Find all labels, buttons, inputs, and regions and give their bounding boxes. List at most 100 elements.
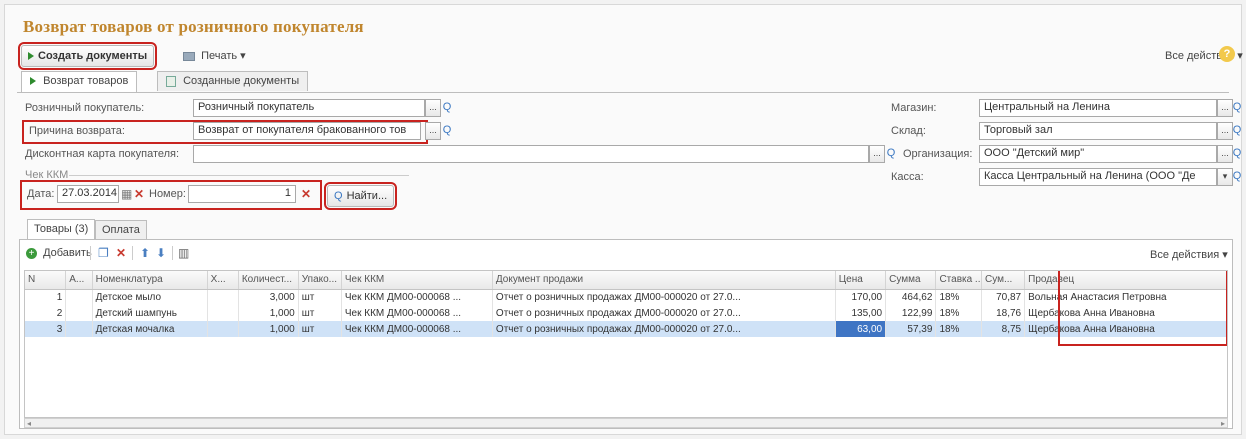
cell-vat-rate: 18% (935, 289, 982, 305)
cell-vat-sum: 8,75 (981, 321, 1026, 337)
move-down-icon[interactable]: ⬇ (156, 246, 166, 260)
cell (207, 321, 239, 337)
date-field[interactable]: 27.03.2014 (57, 185, 119, 203)
cell-item: Детский шампунь (92, 305, 208, 321)
add-icon: + (26, 247, 37, 259)
window: Возврат товаров от розничного покупателя… (4, 4, 1243, 435)
create-documents-label: Создать документы (38, 50, 148, 62)
cashbox-open-icon[interactable]: Q (1231, 168, 1243, 186)
goods-table: N А... Номенклатура Х... Количест... Упа… (25, 271, 1227, 337)
copy-icon[interactable]: ❐ (98, 246, 109, 260)
play-icon (28, 52, 34, 60)
tab-return-goods[interactable]: Возврат товаров (21, 71, 138, 92)
cell-sale-document: Отчет о розничных продажах ДМ00-000020 о… (492, 289, 836, 305)
horizontal-scrollbar[interactable]: ◂ ▸ (24, 418, 1228, 428)
warehouse-field[interactable]: Торговый зал (979, 122, 1217, 140)
table-all-actions-button[interactable]: Все действия ▾ (1150, 248, 1228, 261)
cell-vat-sum: 18,76 (981, 305, 1026, 321)
table-row-selected[interactable]: 3 Детская мочалка 1,000 шт Чек ККМ ДМ00-… (25, 321, 1227, 337)
cell-receipt: Чек ККМ ДМ00-000068 ... (341, 289, 493, 305)
warehouse-label: Склад: (891, 125, 926, 137)
column-header[interactable]: Упако... (298, 271, 342, 290)
cell-vat-rate: 18% (935, 321, 982, 337)
cashbox-field[interactable]: Касса Центральный на Ленина (ООО "Де (979, 168, 1217, 186)
reason-open-icon[interactable]: Q (441, 122, 453, 140)
tab-label: Созданные документы (183, 75, 300, 87)
cell (65, 305, 93, 321)
store-open-icon[interactable]: Q (1231, 99, 1243, 117)
store-field[interactable]: Центральный на Ленина (979, 99, 1217, 117)
help-icon[interactable]: ? (1219, 46, 1235, 62)
scroll-left-icon[interactable]: ◂ (27, 419, 31, 428)
cell-receipt: Чек ККМ ДМ00-000068 ... (341, 305, 493, 321)
seller-column-highlight (1058, 271, 1227, 346)
tab-goods[interactable]: Товары (3) (27, 219, 96, 239)
warehouse-open-icon[interactable]: Q (1231, 122, 1243, 140)
tab-created-documents[interactable]: Созданные документы (157, 71, 309, 91)
discount-card-label: Дисконтная карта покупателя: (25, 148, 180, 160)
column-header[interactable]: Количест... (238, 271, 299, 290)
cell (207, 305, 239, 321)
document-icon (166, 75, 176, 87)
cell-item: Детское мыло (92, 289, 208, 305)
create-documents-button[interactable]: Создать документы (17, 42, 158, 70)
calendar-icon[interactable]: ▦ (121, 187, 132, 201)
column-header[interactable]: Номенклатура (92, 271, 208, 290)
play-icon (30, 77, 36, 86)
reason-field[interactable]: Возврат от покупателя бракованного тов (193, 122, 421, 140)
column-header[interactable]: А... (65, 271, 93, 290)
toolbar-separator (172, 246, 173, 260)
cell-sum: 57,39 (885, 321, 937, 337)
customer-open-icon[interactable]: Q (441, 99, 453, 117)
organization-label: Организация: (903, 148, 973, 160)
cell (65, 321, 93, 337)
goods-table-wrap: N А... Номенклатура Х... Количест... Упа… (24, 270, 1228, 418)
number-field[interactable]: 1 (188, 185, 296, 203)
cell-price-active[interactable]: 63,00 (835, 321, 887, 337)
column-header[interactable]: Сум... (981, 271, 1026, 290)
move-up-icon[interactable]: ⬆ (140, 246, 150, 260)
cell-quantity: 3,000 (238, 289, 299, 305)
tab-divider (17, 92, 1229, 93)
cell-item: Детская мочалка (92, 321, 208, 337)
customer-label: Розничный покупатель: (25, 102, 145, 114)
cell-sale-document: Отчет о розничных продажах ДМ00-000020 о… (492, 321, 836, 337)
cell-unit: шт (298, 305, 342, 321)
customer-select-button[interactable]: ... (425, 99, 441, 117)
column-header[interactable]: Цена (835, 271, 887, 290)
cashbox-label: Касса: (891, 171, 924, 183)
clear-icon[interactable]: ✕ (301, 187, 311, 201)
add-label: Добавить (43, 247, 92, 259)
cell-sale-document: Отчет о розничных продажах ДМ00-000020 о… (492, 305, 836, 321)
customer-field[interactable]: Розничный покупатель (193, 99, 425, 117)
cell-sum: 464,62 (885, 289, 937, 305)
print-label: Печать ▾ (201, 50, 246, 62)
find-button[interactable]: Q Найти... (323, 182, 398, 210)
table-row[interactable]: 2 Детский шампунь 1,000 шт Чек ККМ ДМ00-… (25, 305, 1227, 321)
scroll-right-icon[interactable]: ▸ (1221, 419, 1225, 428)
tab-payment[interactable]: Оплата (95, 220, 147, 239)
organization-field[interactable]: ООО "Детский мир" (979, 145, 1217, 163)
table-row[interactable]: 1 Детское мыло 3,000 шт Чек ККМ ДМ00-000… (25, 289, 1227, 305)
add-button[interactable]: + Добавить (26, 247, 92, 259)
clear-icon[interactable]: ✕ (134, 187, 144, 201)
cell (207, 289, 239, 305)
discount-card-field[interactable] (193, 145, 869, 163)
cell-unit: шт (298, 321, 342, 337)
column-header[interactable]: Сумма (885, 271, 937, 290)
discount-card-select-button[interactable]: ... (869, 145, 885, 163)
organization-open-icon[interactable]: Q (1231, 145, 1243, 163)
print-button[interactable]: Печать ▾ (183, 49, 246, 62)
cell-vat-rate: 18% (935, 305, 982, 321)
delete-icon[interactable]: ✕ (116, 246, 126, 260)
column-header[interactable]: Чек ККМ (341, 271, 493, 290)
barcode-icon[interactable]: ▥ (178, 246, 189, 260)
reason-select-button[interactable]: ... (425, 122, 441, 140)
cell (65, 289, 93, 305)
column-header[interactable]: Х... (207, 271, 239, 290)
cell-quantity: 1,000 (238, 321, 299, 337)
discount-card-open-icon[interactable]: Q (885, 145, 897, 163)
column-header[interactable]: N (25, 271, 67, 290)
column-header[interactable]: Ставка ... (935, 271, 982, 290)
column-header[interactable]: Документ продажи (492, 271, 836, 290)
